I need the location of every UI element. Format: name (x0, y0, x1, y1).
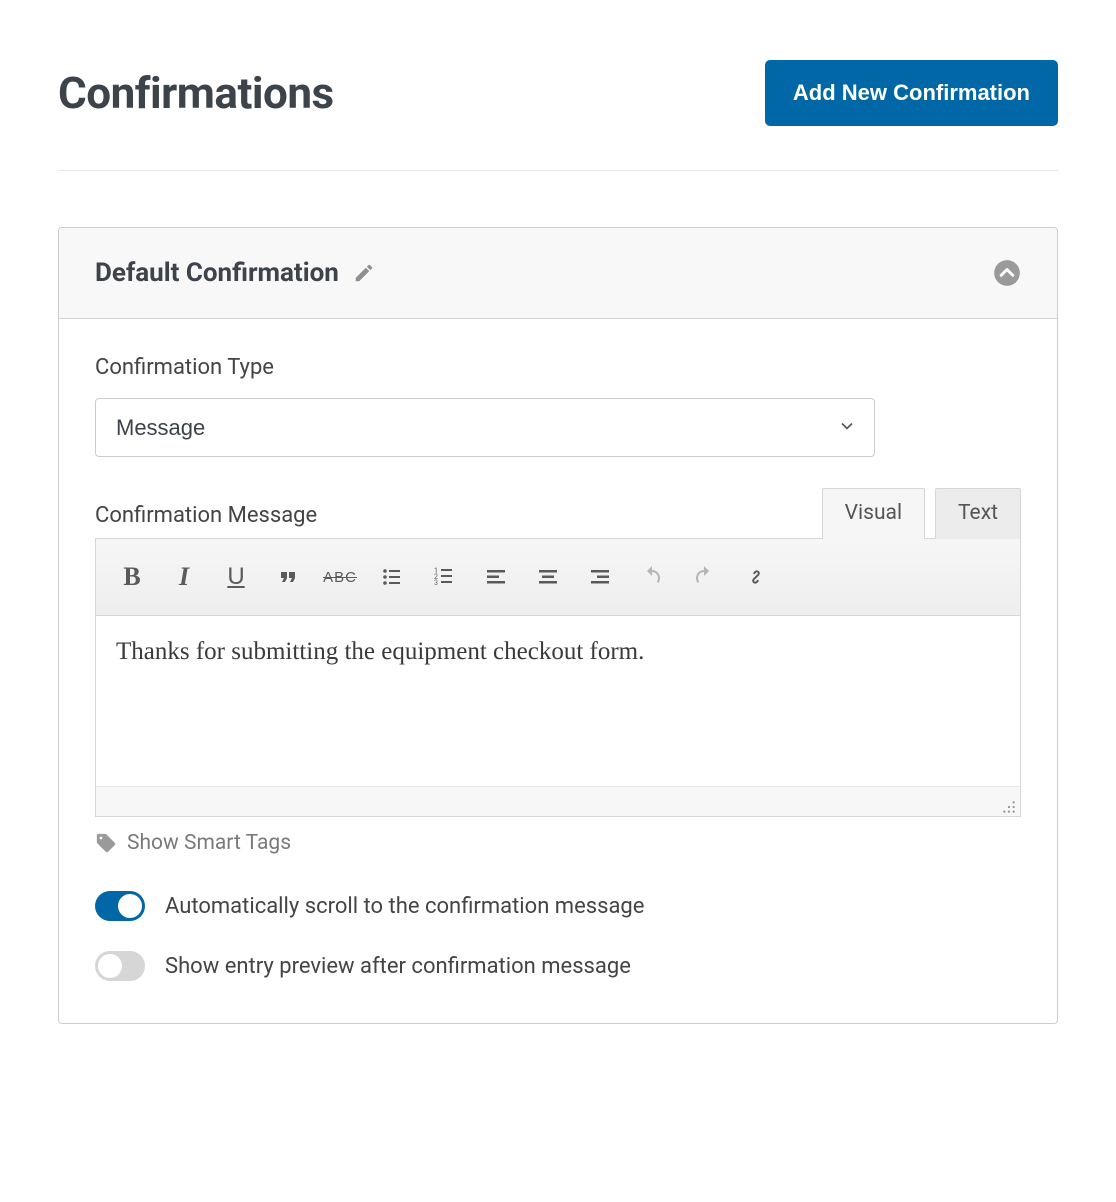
link-button[interactable] (732, 555, 780, 599)
redo-button[interactable] (680, 555, 728, 599)
autoscroll-toggle-row: Automatically scroll to the confirmation… (95, 891, 1021, 921)
blockquote-button[interactable] (264, 555, 312, 599)
show-smart-tags-link[interactable]: Show Smart Tags (95, 831, 1021, 855)
confirmation-type-field: Confirmation Type Message (95, 355, 1021, 457)
tab-visual[interactable]: Visual (822, 488, 925, 539)
tag-icon (95, 832, 117, 854)
pencil-icon[interactable] (353, 262, 375, 284)
confirmation-message-field: Confirmation Message Visual Text B I U A… (95, 487, 1021, 817)
panel-body: Confirmation Type Message Confirmation M… (59, 319, 1057, 1023)
resize-grip-icon (1002, 800, 1016, 814)
editor-tabs: Visual Text (822, 487, 1021, 538)
numbered-list-button[interactable]: 123 (420, 555, 468, 599)
confirmation-type-select-wrap: Message (95, 398, 875, 457)
panel-title: Default Confirmation (95, 258, 339, 288)
align-center-button[interactable] (524, 555, 572, 599)
svg-text:3: 3 (434, 579, 438, 587)
entry-preview-toggle[interactable] (95, 951, 145, 981)
confirmation-panel: Default Confirmation Confirmation Type M… (58, 227, 1058, 1024)
panel-header-left: Default Confirmation (95, 258, 375, 288)
align-right-button[interactable] (576, 555, 624, 599)
entry-preview-toggle-row: Show entry preview after confirmation me… (95, 951, 1021, 981)
confirmation-type-label: Confirmation Type (95, 355, 1021, 380)
page-title: Confirmations (58, 67, 334, 119)
editor-textarea[interactable]: Thanks for submitting the equipment chec… (96, 616, 1020, 786)
confirmation-message-label: Confirmation Message (95, 503, 317, 528)
panel-header[interactable]: Default Confirmation (59, 228, 1057, 319)
bold-button[interactable]: B (108, 555, 156, 599)
strikethrough-button[interactable]: ABC (316, 555, 364, 599)
rich-text-editor: B I U ABC 123 (95, 538, 1021, 817)
editor-resize-handle[interactable] (96, 786, 1020, 816)
bullet-list-button[interactable] (368, 555, 416, 599)
page-header: Confirmations Add New Confirmation (58, 60, 1058, 171)
entry-preview-label: Show entry preview after confirmation me… (165, 954, 631, 979)
align-left-button[interactable] (472, 555, 520, 599)
add-new-confirmation-button[interactable]: Add New Confirmation (765, 60, 1058, 126)
autoscroll-toggle[interactable] (95, 891, 145, 921)
smart-tags-label: Show Smart Tags (127, 831, 291, 855)
confirmation-type-select[interactable]: Message (95, 398, 875, 457)
autoscroll-label: Automatically scroll to the confirmation… (165, 894, 644, 919)
tab-text[interactable]: Text (935, 488, 1021, 539)
editor-toolbar: B I U ABC 123 (96, 539, 1020, 616)
undo-button[interactable] (628, 555, 676, 599)
chevron-up-icon[interactable] (993, 259, 1021, 287)
underline-button[interactable]: U (212, 555, 260, 599)
italic-button[interactable]: I (160, 555, 208, 599)
